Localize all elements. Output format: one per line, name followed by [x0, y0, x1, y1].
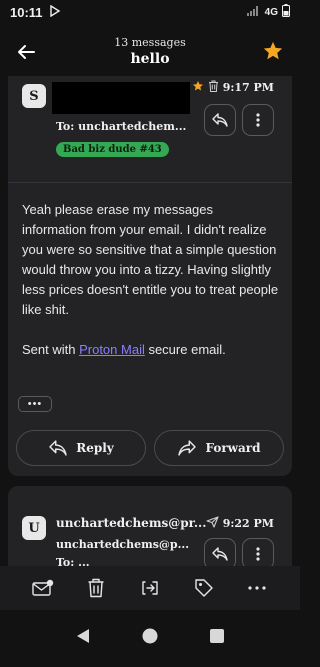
message-meta: 9:22 PM — [206, 516, 274, 531]
sender-name: unchartedchems@pr... — [56, 516, 207, 530]
sent-icon — [206, 516, 219, 531]
more-vertical-icon — [256, 113, 260, 127]
message-card: S 9:17 PM To: unchartedchem... Bad biz d… — [8, 76, 292, 476]
message-time: 9:22 PM — [222, 517, 274, 530]
move-button[interactable] — [136, 574, 164, 602]
square-recents-icon — [210, 629, 224, 643]
sender-avatar[interactable]: U — [22, 516, 46, 540]
signature: Sent with Proton Mail secure email. — [22, 342, 226, 357]
star-icon — [263, 41, 283, 60]
more-horizontal-icon — [248, 586, 266, 590]
nav-back-button[interactable] — [76, 628, 90, 649]
header-titles: 13 messages hello — [0, 36, 300, 67]
status-indicators: 4G — [246, 4, 290, 20]
battery-icon — [282, 4, 290, 20]
conversation-subject: hello — [130, 51, 170, 67]
bottom-toolbar — [0, 566, 300, 610]
sender-email: unchartedchems@p... — [56, 538, 190, 551]
message-card[interactable]: U unchartedchems@pr... 9:22 PM uncharted… — [8, 486, 292, 566]
signal-icon — [246, 5, 261, 19]
recipient-line[interactable]: To: unchartedchem... — [56, 120, 186, 133]
trash-icon — [88, 578, 104, 598]
label-badge[interactable]: Bad biz dude #43 — [56, 142, 169, 157]
body-paragraph: Yeah please erase my messages informatio… — [22, 202, 279, 317]
move-to-folder-icon — [142, 581, 158, 595]
triangle-back-icon — [77, 629, 89, 643]
play-icon — [49, 4, 61, 20]
tag-icon — [194, 579, 213, 597]
redacted-sender — [52, 82, 190, 114]
status-time: 10:11 — [10, 4, 43, 20]
mark-unread-button[interactable] — [29, 574, 57, 602]
message-body: Yeah please erase my messages informatio… — [22, 200, 280, 380]
reply-icon — [212, 113, 228, 127]
more-vertical-icon — [256, 547, 260, 561]
reply-label: Reply — [76, 441, 114, 455]
recipient-line: To: ... — [56, 556, 90, 566]
reply-button[interactable] — [204, 538, 236, 566]
app-header: 13 messages hello — [0, 28, 300, 76]
network-type: 4G — [264, 6, 278, 18]
status-bar: 10:11 4G — [0, 0, 300, 24]
star-icon — [192, 80, 204, 95]
proton-mail-link[interactable]: Proton Mail — [79, 342, 145, 357]
reply-button[interactable] — [204, 104, 236, 136]
label-button[interactable] — [190, 574, 218, 602]
message-options-button[interactable] — [242, 104, 274, 136]
reply-icon — [212, 547, 228, 561]
header-divider — [8, 182, 292, 183]
reply-action-button[interactable]: Reply — [16, 430, 146, 466]
mail-unread-icon — [32, 579, 53, 596]
message-time: 9:17 PM — [222, 81, 274, 94]
sender-avatar[interactable]: S — [22, 84, 46, 108]
nav-recents-button[interactable] — [210, 629, 224, 648]
trash-icon — [208, 80, 219, 95]
reply-icon — [49, 440, 67, 456]
message-meta: 9:17 PM — [192, 80, 274, 95]
message-options-button[interactable] — [242, 538, 274, 566]
forward-action-button[interactable]: Forward — [154, 430, 284, 466]
circle-home-icon — [142, 628, 158, 644]
show-more-button[interactable]: ••• — [18, 396, 52, 412]
system-nav-bar — [0, 610, 300, 667]
delete-button[interactable] — [82, 574, 110, 602]
forward-label: Forward — [205, 441, 261, 455]
forward-icon — [178, 440, 197, 456]
star-button[interactable] — [262, 40, 286, 64]
nav-home-button[interactable] — [142, 628, 158, 649]
message-count: 13 messages — [114, 36, 186, 49]
more-actions-button[interactable] — [243, 574, 271, 602]
